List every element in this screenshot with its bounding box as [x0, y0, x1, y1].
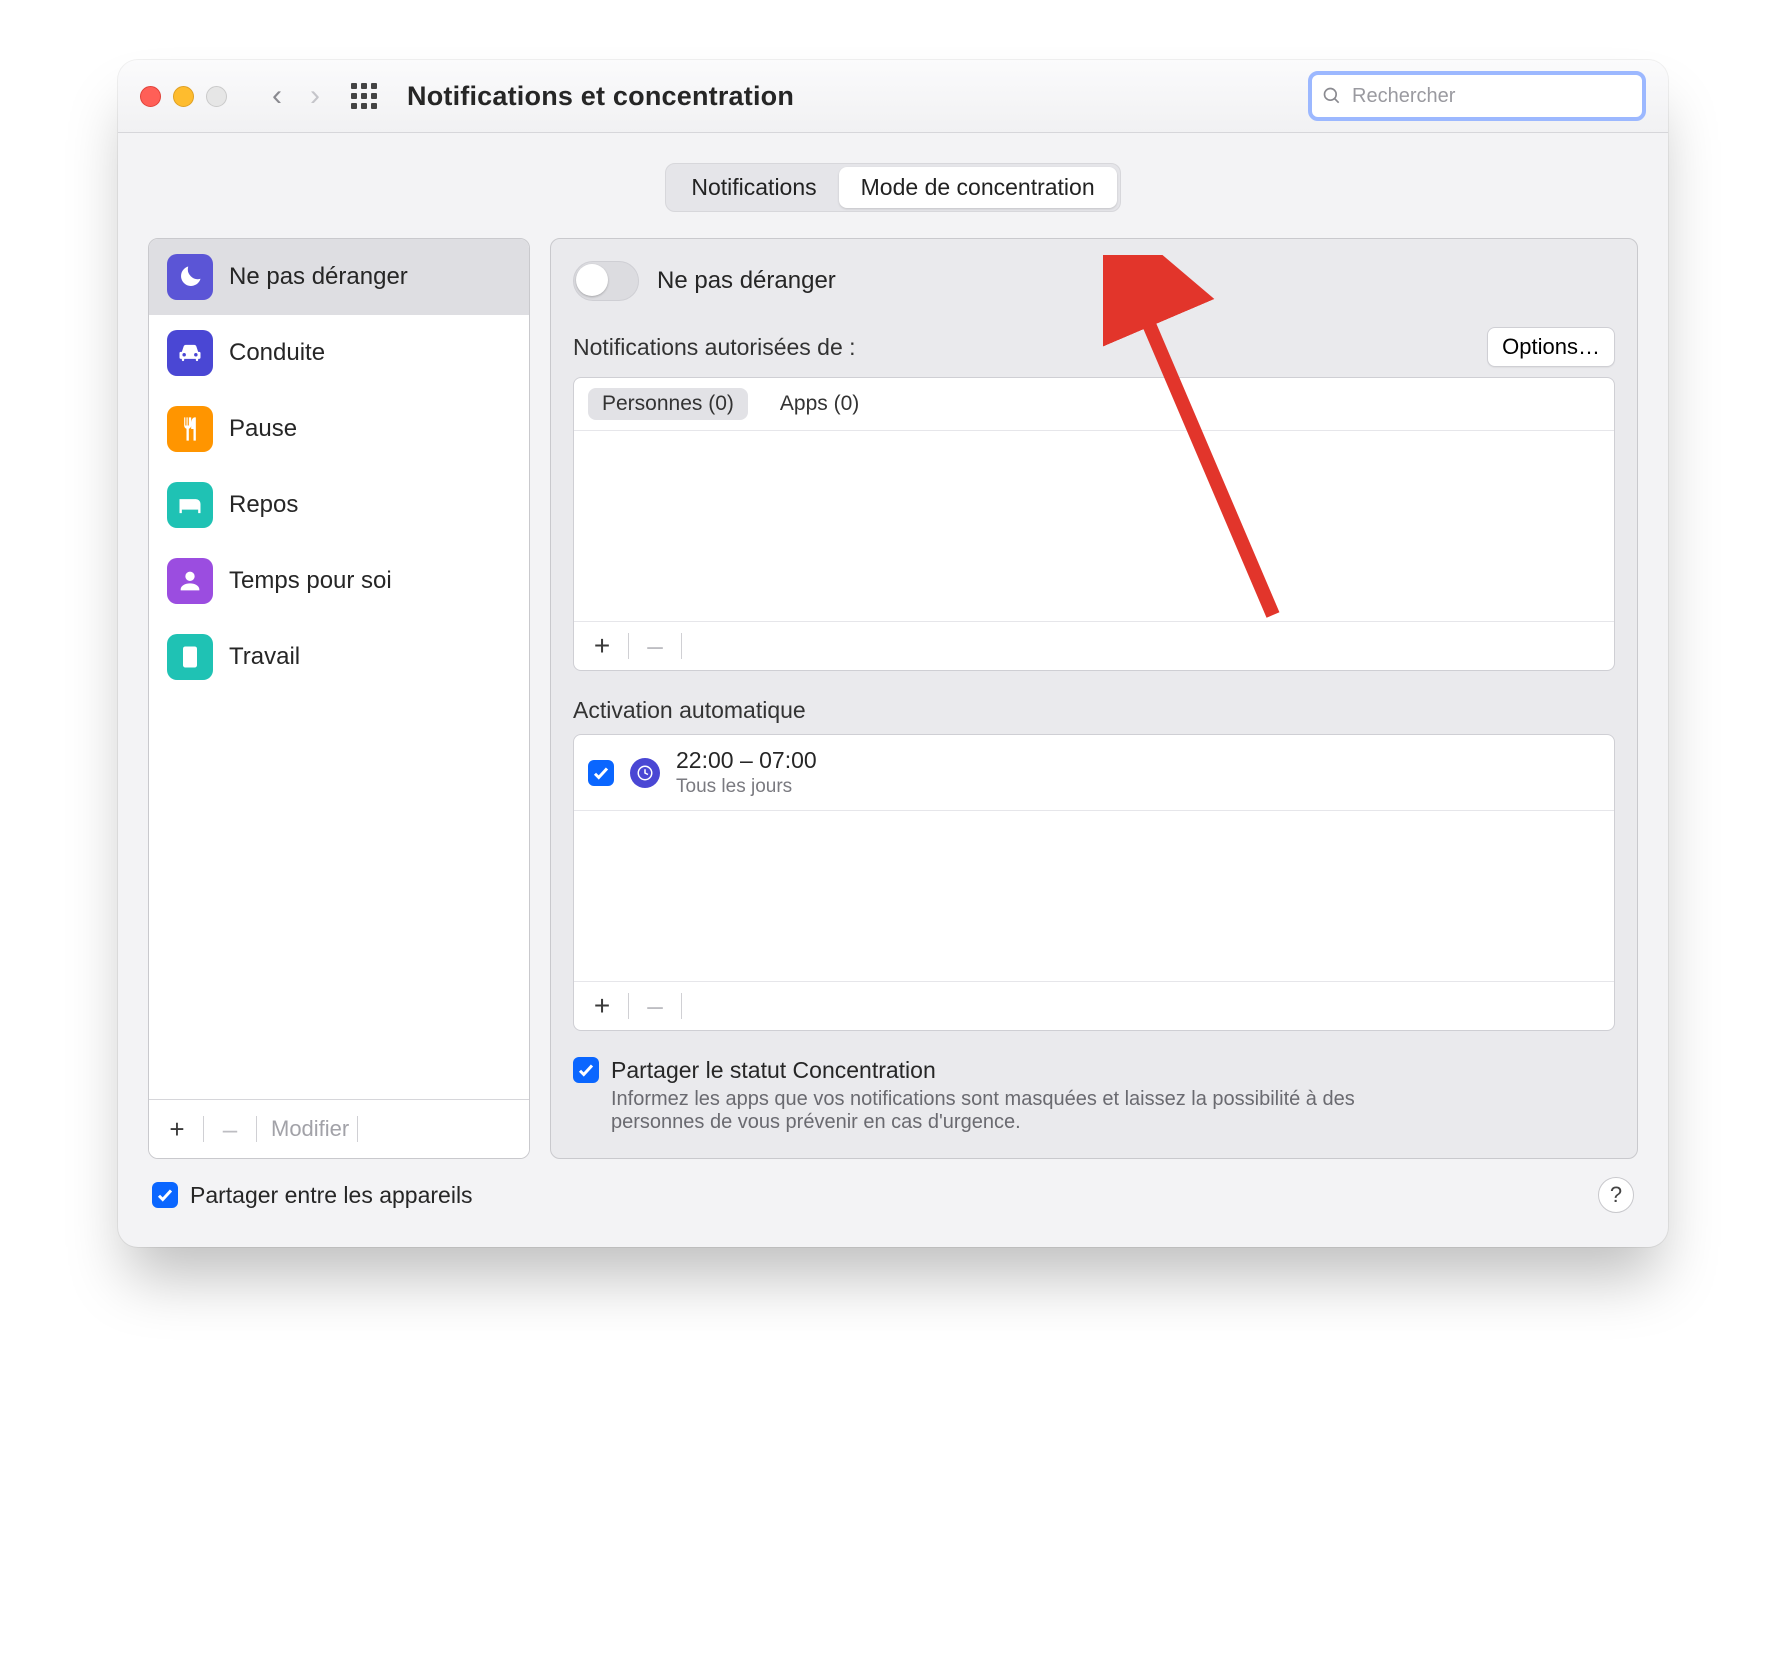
- chip-apps[interactable]: Apps (0): [766, 388, 873, 420]
- sidebar-add-button[interactable]: +: [159, 1114, 195, 1145]
- focus-sidebar: Ne pas déranger Conduite Pause Repos Temps p…: [148, 238, 530, 1159]
- chip-people[interactable]: Personnes (0): [588, 388, 748, 420]
- schedule-add-button[interactable]: +: [584, 992, 620, 1020]
- search-icon: [1322, 86, 1342, 106]
- allowed-remove-button[interactable]: –: [637, 632, 673, 660]
- allowed-notifications-heading: Notifications autorisées de :: [573, 334, 856, 361]
- schedule-time: 22:00 – 07:00: [676, 747, 817, 774]
- dnd-toggle[interactable]: [573, 261, 639, 301]
- sidebar-item-label: Repos: [229, 491, 298, 519]
- clock-icon: [630, 758, 660, 788]
- show-all-prefs-button[interactable]: [351, 83, 377, 109]
- nav-back-button[interactable]: ‹: [263, 82, 291, 110]
- zoom-window-button[interactable]: [206, 86, 227, 107]
- focus-detail-panel: Ne pas déranger Notifications autorisées…: [550, 238, 1638, 1159]
- tabs-segmented: Notifications Mode de concentration: [665, 163, 1120, 212]
- sidebar-item-car[interactable]: Conduite: [149, 315, 529, 391]
- share-status-checkbox[interactable]: [573, 1057, 599, 1083]
- sidebar-item-label: Travail: [229, 643, 300, 671]
- search-field-wrapper[interactable]: [1308, 71, 1646, 121]
- allowed-add-button[interactable]: +: [584, 632, 620, 660]
- sidebar-item-label: Conduite: [229, 339, 325, 367]
- share-devices-label: Partager entre les appareils: [190, 1182, 473, 1209]
- check-icon: [156, 1186, 174, 1204]
- nav-forward-button[interactable]: ›: [301, 82, 329, 110]
- sidebar-item-utensils[interactable]: Pause: [149, 391, 529, 467]
- allowed-rows: [574, 431, 1614, 621]
- preferences-window: ‹ › Notifications et concentration Notif…: [118, 60, 1668, 1247]
- options-button[interactable]: Options…: [1487, 327, 1615, 367]
- sidebar-item-bed[interactable]: Repos: [149, 467, 529, 543]
- minimize-window-button[interactable]: [173, 86, 194, 107]
- utensils-icon: [167, 406, 213, 452]
- sidebar-item-label: Pause: [229, 415, 297, 443]
- dnd-toggle-label: Ne pas déranger: [657, 267, 836, 295]
- sidebar-item-badge[interactable]: Travail: [149, 619, 529, 695]
- allowed-listbox: Personnes (0) Apps (0) + –: [573, 377, 1615, 671]
- schedule-listbox: 22:00 – 07:00 Tous les jours + –: [573, 734, 1615, 1031]
- tab-focus[interactable]: Mode de concentration: [839, 167, 1117, 208]
- close-window-button[interactable]: [140, 86, 161, 107]
- sidebar-item-moon[interactable]: Ne pas déranger: [149, 239, 529, 315]
- share-devices-checkbox[interactable]: [152, 1182, 178, 1208]
- person-icon: [167, 558, 213, 604]
- check-icon: [577, 1061, 595, 1079]
- schedule-enabled-checkbox[interactable]: [588, 760, 614, 786]
- moon-icon: [167, 254, 213, 300]
- sidebar-edit-button[interactable]: Modifier: [271, 1116, 349, 1142]
- help-button[interactable]: ?: [1598, 1177, 1634, 1213]
- check-icon: [592, 764, 610, 782]
- sidebar-item-person[interactable]: Temps pour soi: [149, 543, 529, 619]
- bed-icon: [167, 482, 213, 528]
- sidebar-item-label: Ne pas déranger: [229, 263, 408, 291]
- schedule-row[interactable]: 22:00 – 07:00 Tous les jours: [574, 735, 1614, 811]
- schedule-remove-button[interactable]: –: [637, 992, 673, 1020]
- schedule-sub: Tous les jours: [676, 776, 817, 798]
- tab-notifications[interactable]: Notifications: [669, 167, 838, 208]
- badge-icon: [167, 634, 213, 680]
- share-status-desc: Informez les apps que vos notifications …: [611, 1088, 1371, 1134]
- sidebar-remove-button[interactable]: –: [212, 1114, 248, 1145]
- sidebar-item-label: Temps pour soi: [229, 567, 392, 595]
- car-icon: [167, 330, 213, 376]
- schedule-empty-rows: [574, 811, 1614, 981]
- titlebar: ‹ › Notifications et concentration: [118, 60, 1668, 133]
- automatic-activation-heading: Activation automatique: [573, 697, 806, 724]
- window-controls: [140, 86, 227, 107]
- share-status-title: Partager le statut Concentration: [611, 1057, 1371, 1084]
- sidebar-footer: + – Modifier: [149, 1099, 529, 1158]
- search-input[interactable]: [1350, 84, 1632, 109]
- window-title: Notifications et concentration: [407, 81, 794, 112]
